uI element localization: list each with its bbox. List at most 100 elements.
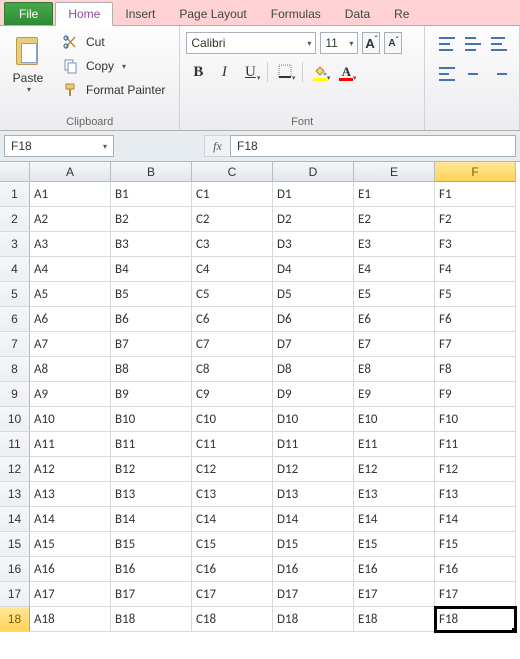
column-header-B[interactable]: B <box>111 162 192 182</box>
row-header-16[interactable]: 16 <box>0 557 30 582</box>
row-header-14[interactable]: 14 <box>0 507 30 532</box>
name-box[interactable]: F18 ▾ <box>4 135 114 157</box>
row-header-4[interactable]: 4 <box>0 257 30 282</box>
cell-F10[interactable]: F10 <box>435 407 516 432</box>
cell-C12[interactable]: C12 <box>192 457 273 482</box>
formula-bar-input[interactable]: F18 <box>230 135 516 157</box>
row-header-3[interactable]: 3 <box>0 232 30 257</box>
cell-C11[interactable]: C11 <box>192 432 273 457</box>
cell-D4[interactable]: D4 <box>273 257 354 282</box>
tab-formulas[interactable]: Formulas <box>259 3 333 25</box>
cell-F11[interactable]: F11 <box>435 432 516 457</box>
cut-button[interactable]: Cut <box>58 32 169 52</box>
cell-C6[interactable]: C6 <box>192 307 273 332</box>
cell-F13[interactable]: F13 <box>435 482 516 507</box>
cell-A7[interactable]: A7 <box>30 332 111 357</box>
cell-C9[interactable]: C9 <box>192 382 273 407</box>
cell-E16[interactable]: E16 <box>354 557 435 582</box>
cell-E12[interactable]: E12 <box>354 457 435 482</box>
cell-A11[interactable]: A11 <box>30 432 111 457</box>
cell-D12[interactable]: D12 <box>273 457 354 482</box>
font-size-combo[interactable]: 11 ▾ <box>320 32 358 54</box>
cell-E1[interactable]: E1 <box>354 182 435 207</box>
cell-D5[interactable]: D5 <box>273 282 354 307</box>
row-header-13[interactable]: 13 <box>0 482 30 507</box>
row-header-11[interactable]: 11 <box>0 432 30 457</box>
cell-A16[interactable]: A16 <box>30 557 111 582</box>
shrink-font-button[interactable]: Aˇ <box>384 32 402 54</box>
cell-F18[interactable]: F18 <box>435 607 516 632</box>
cell-D2[interactable]: D2 <box>273 207 354 232</box>
cell-B11[interactable]: B11 <box>111 432 192 457</box>
format-painter-button[interactable]: Format Painter <box>58 80 169 100</box>
column-header-F[interactable]: F <box>435 162 516 182</box>
row-header-8[interactable]: 8 <box>0 357 30 382</box>
cell-D14[interactable]: D14 <box>273 507 354 532</box>
cell-C7[interactable]: C7 <box>192 332 273 357</box>
cell-E17[interactable]: E17 <box>354 582 435 607</box>
cell-D6[interactable]: D6 <box>273 307 354 332</box>
cell-B7[interactable]: B7 <box>111 332 192 357</box>
cell-E11[interactable]: E11 <box>354 432 435 457</box>
cell-F5[interactable]: F5 <box>435 282 516 307</box>
align-bottom-button[interactable] <box>487 32 511 56</box>
tab-home[interactable]: Home <box>55 2 113 26</box>
cell-F1[interactable]: F1 <box>435 182 516 207</box>
cell-A13[interactable]: A13 <box>30 482 111 507</box>
borders-button[interactable]: ▾ <box>273 60 297 84</box>
cell-F17[interactable]: F17 <box>435 582 516 607</box>
cell-F4[interactable]: F4 <box>435 257 516 282</box>
cell-B8[interactable]: B8 <box>111 357 192 382</box>
cell-D3[interactable]: D3 <box>273 232 354 257</box>
cell-D9[interactable]: D9 <box>273 382 354 407</box>
cell-B10[interactable]: B10 <box>111 407 192 432</box>
cell-A8[interactable]: A8 <box>30 357 111 382</box>
cell-B4[interactable]: B4 <box>111 257 192 282</box>
cell-D7[interactable]: D7 <box>273 332 354 357</box>
select-all-corner[interactable] <box>0 162 30 182</box>
row-header-18[interactable]: 18 <box>0 607 30 632</box>
tab-insert[interactable]: Insert <box>113 3 167 25</box>
cell-A1[interactable]: A1 <box>30 182 111 207</box>
tab-page-layout[interactable]: Page Layout <box>167 3 258 25</box>
cell-E14[interactable]: E14 <box>354 507 435 532</box>
cell-F8[interactable]: F8 <box>435 357 516 382</box>
cell-A15[interactable]: A15 <box>30 532 111 557</box>
cell-E9[interactable]: E9 <box>354 382 435 407</box>
cell-E4[interactable]: E4 <box>354 257 435 282</box>
cell-D15[interactable]: D15 <box>273 532 354 557</box>
row-header-17[interactable]: 17 <box>0 582 30 607</box>
bold-button[interactable]: B <box>186 60 210 84</box>
cell-F15[interactable]: F15 <box>435 532 516 557</box>
cell-A12[interactable]: A12 <box>30 457 111 482</box>
cell-D18[interactable]: D18 <box>273 607 354 632</box>
align-middle-button[interactable] <box>461 32 485 56</box>
row-header-7[interactable]: 7 <box>0 332 30 357</box>
column-header-C[interactable]: C <box>192 162 273 182</box>
cell-E8[interactable]: E8 <box>354 357 435 382</box>
tab-data[interactable]: Data <box>333 3 382 25</box>
column-header-E[interactable]: E <box>354 162 435 182</box>
paste-button[interactable]: Paste ▾ <box>6 30 50 114</box>
cell-C5[interactable]: C5 <box>192 282 273 307</box>
cell-D17[interactable]: D17 <box>273 582 354 607</box>
cell-A6[interactable]: A6 <box>30 307 111 332</box>
align-top-button[interactable] <box>435 32 459 56</box>
font-name-combo[interactable]: Calibri ▾ <box>186 32 316 54</box>
cell-F12[interactable]: F12 <box>435 457 516 482</box>
row-header-5[interactable]: 5 <box>0 282 30 307</box>
cell-D13[interactable]: D13 <box>273 482 354 507</box>
cell-E13[interactable]: E13 <box>354 482 435 507</box>
cell-A10[interactable]: A10 <box>30 407 111 432</box>
cell-C17[interactable]: C17 <box>192 582 273 607</box>
tab-review[interactable]: Re <box>382 3 421 25</box>
row-header-12[interactable]: 12 <box>0 457 30 482</box>
font-color-button[interactable]: A ▾ <box>334 60 358 84</box>
cell-D8[interactable]: D8 <box>273 357 354 382</box>
cell-C3[interactable]: C3 <box>192 232 273 257</box>
cell-C15[interactable]: C15 <box>192 532 273 557</box>
cell-B3[interactable]: B3 <box>111 232 192 257</box>
cell-B12[interactable]: B12 <box>111 457 192 482</box>
cell-A9[interactable]: A9 <box>30 382 111 407</box>
align-right-button[interactable] <box>487 62 511 86</box>
